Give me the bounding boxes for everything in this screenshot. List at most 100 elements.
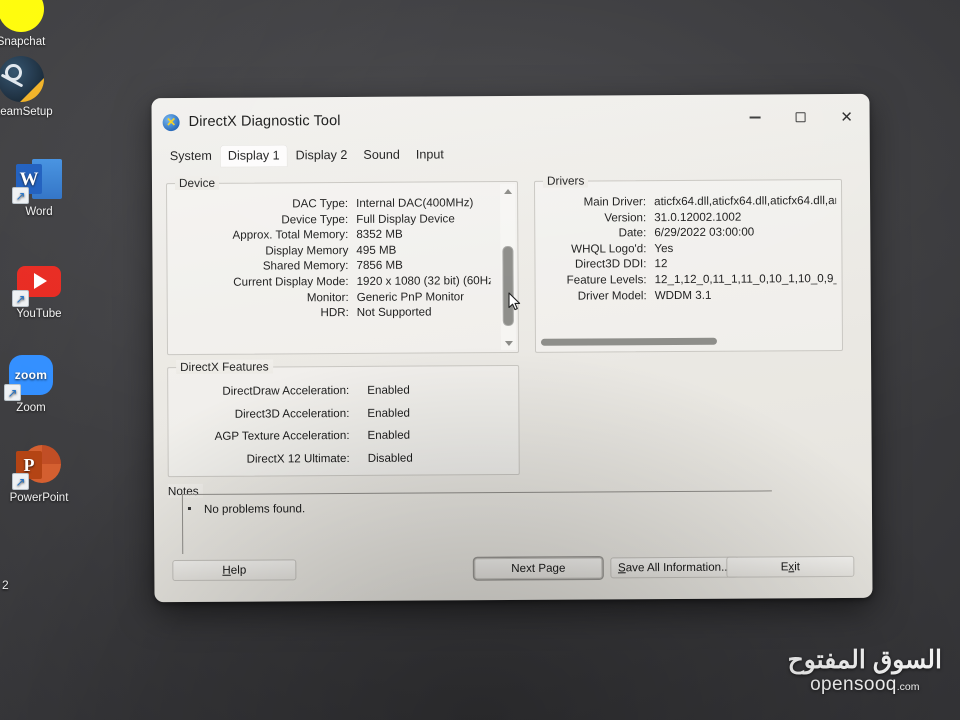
tab-sound[interactable]: Sound bbox=[356, 145, 407, 166]
help-button-rest: elp bbox=[230, 563, 247, 577]
scrollbar-thumb[interactable] bbox=[502, 245, 514, 327]
device-rows: DAC Type: Internal DAC(400MHz) Device Ty… bbox=[170, 195, 491, 322]
scroll-down-arrow-icon[interactable] bbox=[501, 336, 516, 350]
device-vertical-scrollbar[interactable] bbox=[499, 183, 517, 351]
row-key: Display Memory bbox=[265, 243, 349, 258]
row-value: 31.0.12002.1002 bbox=[654, 210, 742, 224]
row-key: WHQL Logo'd: bbox=[571, 241, 647, 256]
save-button-rest: ave All Information... bbox=[625, 560, 731, 575]
row-value: WDDM 3.1 bbox=[654, 288, 712, 302]
desktop-icon-label: PowerPoint bbox=[9, 492, 69, 504]
tab-system[interactable]: System bbox=[163, 146, 219, 167]
table-row: WHQL Logo'd: Yes bbox=[538, 240, 836, 257]
drivers-group-title: Drivers bbox=[542, 173, 589, 188]
features-rows: DirectDraw Acceleration: Enabled Direct3… bbox=[171, 379, 514, 471]
row-key: Direct3D Acceleration: bbox=[234, 406, 350, 421]
exit-post: it bbox=[794, 560, 801, 574]
tab-content-display-1: Device DAC Type: Internal DAC(400MHz) De… bbox=[152, 163, 873, 597]
maximize-button[interactable] bbox=[777, 94, 823, 140]
row-key: DAC Type: bbox=[292, 196, 349, 211]
window-title: DirectX Diagnostic Tool bbox=[188, 113, 341, 130]
desktop-icon-label: Word bbox=[25, 206, 53, 218]
shortcut-arrow-icon: ↗ bbox=[12, 187, 29, 204]
tab-display-1[interactable]: Display 1 bbox=[220, 145, 287, 167]
bullet-icon bbox=[187, 506, 191, 510]
youtube-icon: ↗ bbox=[12, 258, 62, 307]
drivers-rows: Main Driver: aticfx64.dll,aticfx64.dll,a… bbox=[538, 193, 837, 304]
desktop-icon-label: SteamSetup bbox=[0, 106, 53, 118]
desktop-icon-zoom[interactable]: zoom ↗ Zoom bbox=[0, 352, 74, 415]
watermark-arabic: السوق المفتوح bbox=[787, 646, 942, 674]
notes-group: Notes No problems found. bbox=[167, 483, 772, 557]
row-value: 12_1,12_0,11_1,11_0,10_1,10_0,9_3 bbox=[654, 271, 837, 287]
desktop-icon-youtube[interactable]: ↗ YouTube bbox=[0, 258, 82, 321]
row-value: Enabled bbox=[367, 383, 410, 397]
row-key: DirectX 12 Ultimate: bbox=[246, 451, 350, 466]
desktop-icon-word[interactable]: W ↗ Word bbox=[0, 156, 82, 219]
row-key: DirectDraw Acceleration: bbox=[222, 383, 350, 398]
desktop-icon-label: Snapchat bbox=[0, 36, 46, 48]
row-value: Internal DAC(400MHz) bbox=[356, 196, 474, 210]
window-titlebar[interactable]: DirectX Diagnostic Tool ✕ bbox=[151, 94, 869, 146]
table-row: Device Type: Full Display Device bbox=[170, 211, 490, 229]
row-key: Device Type: bbox=[281, 212, 349, 226]
scrollbar-thumb[interactable] bbox=[540, 337, 718, 346]
row-value: 6/29/2022 03:00:00 bbox=[654, 225, 755, 240]
row-key: Monitor: bbox=[306, 290, 349, 304]
row-key: Version: bbox=[604, 210, 647, 225]
table-row: Monitor: Generic PnP Monitor bbox=[171, 289, 491, 307]
device-group: Device DAC Type: Internal DAC(400MHz) De… bbox=[165, 175, 520, 356]
powerpoint-icon: P ↗ bbox=[12, 442, 62, 490]
drivers-group: Drivers Main Driver: aticfx64.dll,aticfx… bbox=[533, 173, 844, 353]
row-key: Current Display Mode: bbox=[233, 274, 349, 289]
desktop-screen: Snapchat SteamSetup W ↗ Word ↗ YouTube z… bbox=[0, 0, 960, 720]
exit-button[interactable]: Exit bbox=[726, 555, 855, 578]
row-key: Approx. Total Memory: bbox=[232, 228, 349, 242]
table-row: Feature Levels: 12_1,12_0,11_1,11_0,10_1… bbox=[539, 271, 837, 288]
watermark-latin: opensooq bbox=[810, 674, 897, 695]
help-button[interactable]: Help bbox=[172, 559, 297, 582]
row-key: Direct3D DDI: bbox=[574, 257, 647, 271]
zoom-icon: zoom ↗ bbox=[4, 352, 54, 401]
table-row: Date: 6/29/2022 03:00:00 bbox=[538, 224, 836, 241]
save-all-information-button[interactable]: Save All Information... bbox=[610, 556, 739, 579]
table-row: AGP Texture Acceleration: Enabled bbox=[171, 424, 513, 449]
desktop-icon-powerpoint[interactable]: P ↗ PowerPoint bbox=[0, 442, 82, 505]
desktop-icon-label: Zoom bbox=[16, 402, 46, 414]
desktop-icon-snapchat[interactable]: Snapchat bbox=[0, 0, 64, 49]
table-row: Driver Model: WDDM 3.1 bbox=[539, 287, 837, 304]
table-row: Direct3D Acceleration: Enabled bbox=[171, 401, 513, 426]
shortcut-arrow-icon: ↗ bbox=[4, 384, 21, 401]
row-value: Enabled bbox=[367, 428, 411, 442]
table-row: Direct3D DDI: 12 bbox=[538, 255, 836, 272]
table-row: Version: 31.0.12002.1002 bbox=[538, 209, 836, 226]
row-key: Shared Memory: bbox=[262, 259, 349, 273]
shortcut-arrow-icon: ↗ bbox=[12, 473, 29, 490]
row-value: 495 MB bbox=[356, 243, 397, 257]
desktop-icon-steamsetup[interactable]: SteamSetup bbox=[0, 56, 64, 119]
minimize-button[interactable] bbox=[731, 94, 777, 140]
shortcut-arrow-icon: ↗ bbox=[12, 290, 29, 307]
features-group-title: DirectX Features bbox=[176, 359, 273, 375]
scroll-up-arrow-icon[interactable] bbox=[500, 184, 515, 198]
desktop-stray-label: 2 bbox=[2, 578, 9, 592]
row-value: Disabled bbox=[367, 451, 413, 465]
window-controls: ✕ bbox=[731, 94, 869, 141]
row-key: Date: bbox=[618, 226, 647, 240]
watermark-suffix: .com bbox=[896, 681, 920, 693]
row-value: 7856 MB bbox=[356, 259, 403, 273]
directx-diagnostic-tool-window: DirectX Diagnostic Tool ✕ System Display… bbox=[151, 93, 873, 603]
tab-display-2[interactable]: Display 2 bbox=[289, 145, 355, 166]
notes-divider bbox=[181, 490, 772, 496]
word-icon: W ↗ bbox=[12, 156, 62, 204]
table-row: DirectDraw Acceleration: Enabled bbox=[171, 379, 513, 404]
close-button[interactable]: ✕ bbox=[823, 94, 869, 140]
row-value: Full Display Device bbox=[356, 211, 455, 226]
opensooq-watermark: السوق المفتوح opensooq.com bbox=[788, 646, 942, 698]
device-group-title: Device bbox=[174, 175, 220, 191]
tab-input[interactable]: Input bbox=[409, 144, 451, 165]
table-row: Main Driver: aticfx64.dll,aticfx64.dll,a… bbox=[538, 193, 837, 210]
row-value: 8352 MB bbox=[356, 227, 403, 242]
row-key: HDR: bbox=[320, 306, 349, 320]
next-page-button[interactable]: Next Page bbox=[474, 557, 603, 580]
